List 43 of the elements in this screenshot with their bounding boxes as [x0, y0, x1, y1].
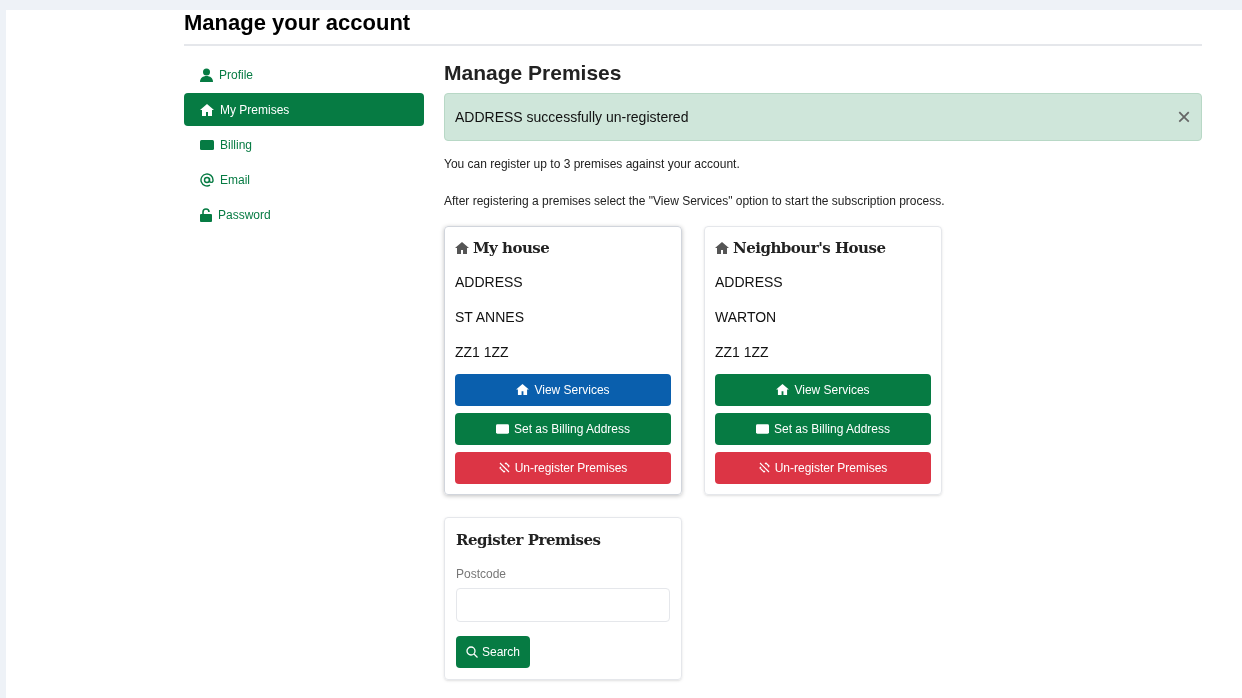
sidebar-item[interactable]: Email [184, 163, 424, 196]
alert-message: ADDRESS successfully un-registered [455, 107, 689, 127]
address-line: ZZ1 1ZZ [715, 342, 770, 361]
premises-action-button[interactable]: View Services [455, 373, 671, 406]
home-icon [776, 384, 790, 395]
wallet-icon [755, 423, 769, 434]
info-text: You can register up to 3 premises against your account. [444, 156, 741, 173]
premises-name: My house [473, 238, 550, 259]
address-line: WARTON [715, 307, 778, 326]
unlink-icon [498, 462, 510, 473]
address-line: ADDRESS [715, 272, 784, 291]
home-icon [516, 384, 530, 395]
wallet-icon [200, 139, 214, 150]
home-icon [715, 242, 729, 255]
postcode-field[interactable] [456, 588, 670, 622]
premises-action-button[interactable]: Un-register Premises [455, 451, 671, 484]
page-title: Manage your account [184, 10, 412, 36]
search-icon [466, 646, 478, 658]
padlock-icon [200, 207, 212, 222]
register-heading: Register Premises [456, 529, 602, 551]
unlink-icon [758, 462, 770, 473]
address-line: ST ANNES [455, 307, 525, 326]
address-line: ADDRESS [455, 272, 524, 291]
address-line: ZZ1 1ZZ [455, 342, 510, 361]
sidebar-item[interactable]: Profile [184, 58, 424, 91]
sidebar-item[interactable]: My Premises [184, 93, 424, 126]
premises-action-button[interactable]: View Services [715, 373, 931, 406]
premises-action-button[interactable]: Un-register Premises [715, 451, 931, 484]
person-icon [200, 67, 213, 82]
postcode-label: Postcode [456, 566, 508, 583]
at-icon [200, 172, 214, 187]
sidebar-item[interactable]: Password [184, 198, 424, 231]
home-icon [455, 242, 469, 255]
wallet-icon [495, 423, 509, 434]
premises-action-button[interactable]: Set as Billing Address [455, 412, 671, 445]
sidebar-item[interactable]: Billing [184, 128, 424, 161]
home-icon [200, 103, 214, 116]
info-text: After registering a premises select the "View Services" option to start the subscription process. [444, 193, 946, 210]
premises-name: Neighbour's House [733, 238, 886, 259]
search-button[interactable]: Search [456, 636, 531, 668]
premises-action-button[interactable]: Set as Billing Address [715, 412, 931, 445]
section-heading: Manage Premises [444, 60, 623, 86]
close-button[interactable]: × [1177, 105, 1191, 129]
